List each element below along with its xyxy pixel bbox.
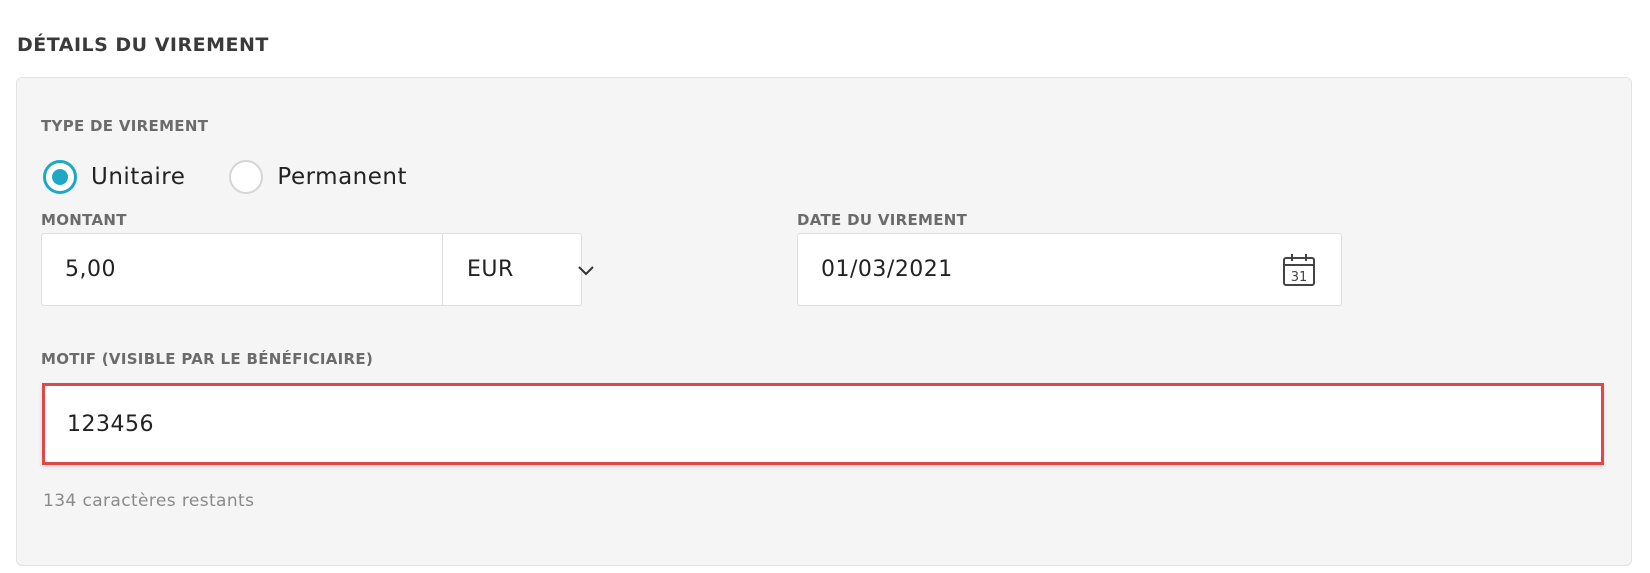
transfer-type-radio-group: Unitaire Permanent	[43, 160, 451, 194]
currency-select[interactable]: EUR	[442, 234, 611, 305]
radio-circle-unchecked[interactable]	[229, 160, 264, 194]
section-title: DÉTAILS DU VIREMENT	[17, 34, 269, 56]
amount-field: 5,00 EUR	[41, 233, 594, 306]
currency-value: EUR	[467, 257, 514, 282]
motif-input[interactable]: 123456	[67, 412, 154, 437]
motif-label: MOTIF (VISIBLE PAR LE BÉNÉFICIAIRE)	[41, 350, 374, 368]
remaining-characters: 134 caractères restants	[43, 491, 255, 511]
calendar-day: 31	[1291, 270, 1308, 285]
radio-label-permanent: Permanent	[277, 164, 407, 190]
calendar-icon[interactable]: 31	[1281, 252, 1317, 288]
amount-input[interactable]: 5,00	[42, 257, 116, 282]
motif-field[interactable]: 123456	[42, 383, 1604, 465]
date-label: DATE DU VIREMENT	[797, 211, 968, 229]
amount-label: MONTANT	[41, 211, 127, 229]
radio-unitaire[interactable]: Unitaire	[43, 160, 185, 194]
transfer-type-label: TYPE DE VIREMENT	[41, 117, 209, 135]
chevron-down-icon	[578, 265, 594, 275]
date-field[interactable]: 01/03/2021 31	[797, 233, 1342, 306]
date-input[interactable]: 01/03/2021	[821, 257, 953, 282]
radio-circle-checked[interactable]	[43, 160, 77, 194]
transfer-details-panel: TYPE DE VIREMENT Unitaire Permanent MONT…	[16, 77, 1632, 566]
radio-permanent[interactable]: Permanent	[229, 160, 407, 194]
radio-dot	[52, 169, 68, 185]
radio-label-unitaire: Unitaire	[91, 164, 186, 190]
